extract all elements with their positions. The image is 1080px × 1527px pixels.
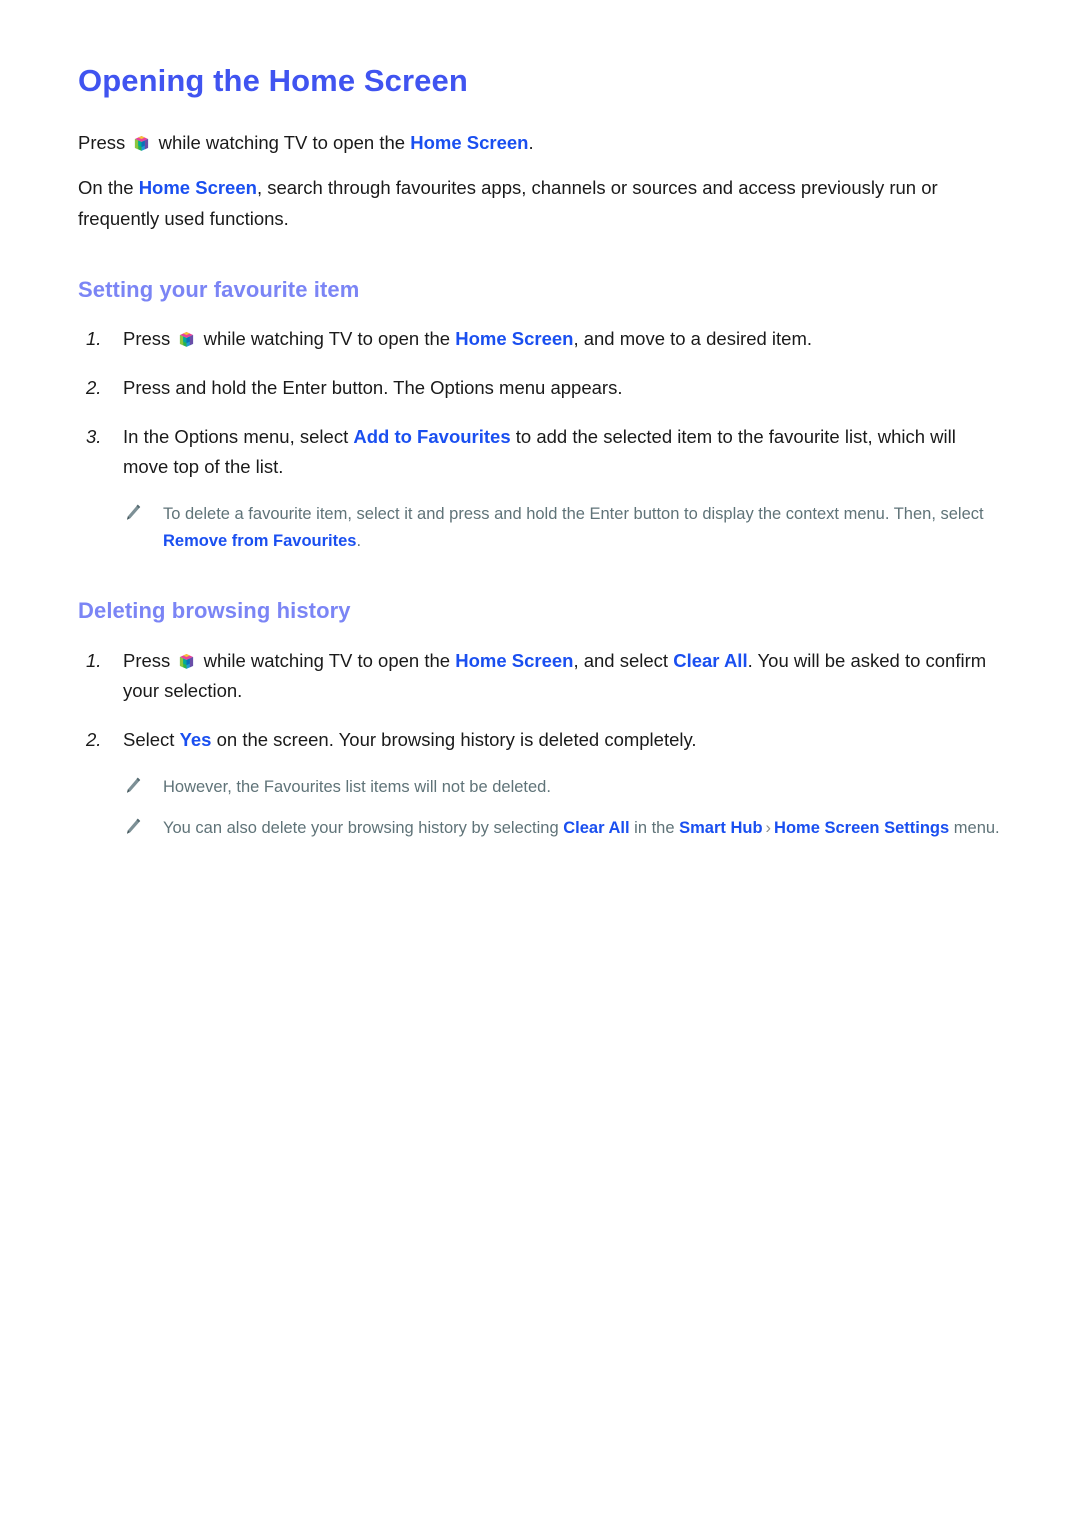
step-text-pre: Press: [123, 328, 176, 350]
step-text-a: Press and hold the Enter button. The Opt…: [123, 377, 623, 399]
steps-list-deleting-browsing-history: 1. Press while watching TV to open the Ho…: [78, 646, 1002, 755]
link-home-screen[interactable]: Home Screen: [139, 177, 257, 198]
section-heading-deleting-browsing-history: Deleting browsing history: [78, 598, 351, 624]
note-text-a: However, the Favourites list items will …: [163, 777, 551, 796]
step-text-b: , and select: [573, 649, 674, 671]
link-home-screen[interactable]: Home Screen: [410, 132, 528, 153]
list-item: To delete a favourite item, select it an…: [120, 501, 1002, 555]
intro-paragraph-1: Press while watching TV to open the Home…: [78, 127, 1002, 158]
step-number: 3.: [86, 426, 102, 448]
step-text-a: while watching TV to open the: [198, 328, 456, 350]
step-number: 1.: [86, 328, 102, 350]
intro-1-suffix: .: [528, 131, 534, 153]
step-number: 1.: [86, 649, 102, 671]
link-clear-all[interactable]: Clear All: [563, 819, 629, 837]
section-heading-setting-favourite-item: Setting your favourite item: [78, 276, 360, 302]
list-item: However, the Favourites list items will …: [120, 774, 1002, 801]
step-text-a: In the Options menu, select: [123, 426, 354, 448]
list-item: 1. Press while watching TV to open the Ho…: [78, 646, 1002, 706]
list-item: 2. Press and hold the Enter button. The O…: [78, 373, 1002, 403]
pencil-icon: [124, 817, 142, 837]
note-text-b: in the: [629, 818, 680, 837]
note-text-c: menu.: [949, 818, 1000, 837]
pencil-icon: [124, 503, 142, 523]
list-item: 1. Press while watching TV to open the Ho…: [78, 324, 1002, 354]
link-clear-all[interactable]: Clear All: [673, 650, 747, 671]
intro-1-prefix: Press: [78, 131, 131, 153]
note-text-a: To delete a favourite item, select it an…: [163, 505, 984, 524]
list-item: You can also delete your browsing histor…: [120, 815, 1002, 842]
step-text-a: while watching TV to open the: [198, 649, 456, 671]
link-add-to-favourites[interactable]: Add to Favourites: [353, 426, 510, 447]
step-text-pre: Press: [123, 649, 176, 671]
intro-1-middle: while watching TV to open the: [153, 131, 411, 153]
smart-hub-cube-icon: [179, 649, 194, 669]
smart-hub-cube-icon: [134, 130, 149, 151]
intro-2-prefix: On the: [78, 176, 139, 198]
link-home-screen[interactable]: Home Screen: [455, 650, 573, 671]
page-title: Opening the Home Screen: [78, 63, 468, 98]
breadcrumb-separator-icon: ›: [765, 818, 772, 837]
link-remove-from-favourites[interactable]: Remove from Favourites: [163, 532, 356, 550]
note-text-a: You can also delete your browsing histor…: [163, 818, 564, 837]
intro-paragraph-2: On the Home Screen, search through favou…: [78, 172, 1002, 234]
step-text-a: Select: [123, 728, 180, 750]
list-item: 2. Select Yes on the screen. Your browsin…: [78, 725, 1002, 755]
link-smart-hub[interactable]: Smart Hub: [679, 819, 762, 837]
document-page: Opening the Home Screen Press while watc…: [0, 0, 1080, 1527]
notes-list-setting-favourite-item: To delete a favourite item, select it an…: [120, 501, 1002, 555]
step-number: 2.: [86, 377, 102, 399]
steps-list-setting-favourite-item: 1. Press while watching TV to open the Ho…: [78, 324, 1002, 482]
notes-list-deleting-browsing-history: However, the Favourites list items will …: [120, 774, 1002, 842]
smart-hub-cube-icon: [179, 327, 194, 348]
link-home-screen[interactable]: Home Screen: [455, 328, 573, 349]
link-yes[interactable]: Yes: [180, 729, 212, 750]
pencil-icon: [124, 776, 142, 796]
list-item: 3. In the Options menu, select Add to Fav…: [78, 422, 1002, 482]
step-number: 2.: [86, 728, 102, 750]
step-text-b: on the screen. Your browsing history is …: [211, 728, 697, 750]
step-text-b: , and move to a desired item.: [573, 328, 813, 350]
note-text-b: .: [356, 532, 362, 551]
link-home-screen-settings[interactable]: Home Screen Settings: [774, 819, 949, 837]
